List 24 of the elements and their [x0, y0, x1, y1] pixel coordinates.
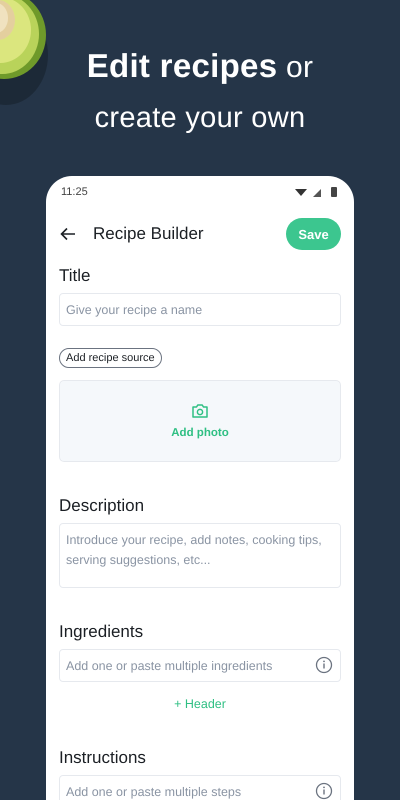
info-icon [315, 656, 333, 674]
add-item-field[interactable]: Add one or paste multiple steps [59, 775, 341, 800]
add-item-field[interactable]: Add one or paste multiple ingredients [59, 649, 341, 682]
section-label: Instructions [59, 748, 147, 768]
status-time: 11:25 [61, 186, 88, 198]
add-header-button[interactable]: + Header [174, 697, 226, 711]
status-icons [293, 186, 339, 198]
headline-text: create your own [94, 101, 306, 136]
back-arrow-icon [59, 225, 77, 243]
add-photo-button[interactable]: Add photo [59, 380, 341, 462]
description-field[interactable]: Introduce your recipe, add notes, cooking tips, serving suggestions, etc... [59, 523, 341, 588]
info-button[interactable] [315, 656, 333, 674]
headline-text: Edit recipes or [86, 46, 314, 86]
back-button[interactable] [59, 225, 77, 243]
info-icon [315, 782, 333, 800]
section-label: Title [59, 266, 92, 286]
camera-icon [192, 404, 208, 418]
add-source-chip[interactable]: Add recipe source [59, 348, 162, 368]
section-label: Ingredients [59, 622, 144, 642]
title-field[interactable]: Give your recipe a name [59, 293, 341, 326]
screen-title: Recipe Builder [93, 224, 205, 244]
info-button[interactable] [315, 782, 333, 800]
section-label: Description [59, 496, 146, 516]
save-button[interactable]: Save [286, 218, 341, 250]
